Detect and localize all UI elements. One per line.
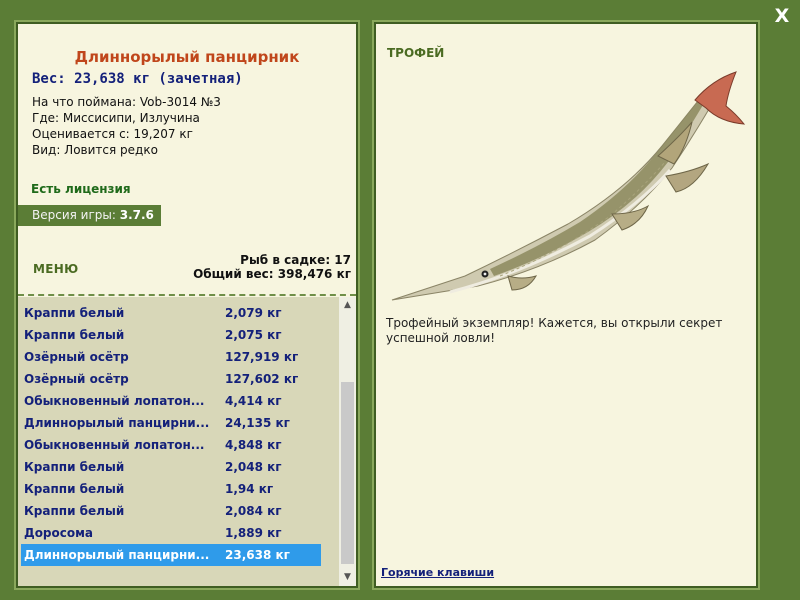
menu-button[interactable]: МЕНЮ [33, 262, 78, 276]
catch-list-row[interactable]: Краппи белый 1,94 кг [21, 478, 321, 500]
trophy-panel: ТРОФЕЙ Трофейный экземпляр! Кажется, вы … [376, 24, 756, 586]
catch-fish-name: Обыкновенный лопатон... [24, 438, 205, 452]
catch-fish-name: Обыкновенный лопатон... [24, 394, 205, 408]
gar-fish-image [391, 71, 746, 301]
catch-fish-name: Краппи белый [24, 328, 125, 342]
catch-fish-name: Краппи белый [24, 460, 125, 474]
rated-from-line: Оценивается с: 19,207 кг [32, 127, 193, 141]
hotkeys-link[interactable]: Горячие клавиши [381, 566, 494, 579]
rarity-line: Вид: Ловится редко [32, 143, 158, 157]
catch-fish-weight: 4,414 кг [225, 394, 282, 408]
caught-with-line: На что поймана: Vob-3014 №3 [32, 95, 221, 109]
close-button[interactable]: X [770, 4, 794, 28]
catch-list-row[interactable]: Краппи белый 2,048 кг [21, 456, 321, 478]
fish-info-panel: Длиннорылый панцирник Вес: 23,638 кг (за… [18, 24, 356, 586]
cage-count: Рыб в садке: 17 [240, 253, 351, 267]
catch-fish-name: Озёрный осётр [24, 350, 129, 364]
scroll-thumb[interactable] [341, 382, 354, 564]
scroll-up-arrow-icon[interactable]: ▲ [339, 297, 356, 314]
catch-fish-weight: 2,079 кг [225, 306, 282, 320]
catch-list-row[interactable]: Длиннорылый панцирни... 24,135 кг [21, 412, 321, 434]
catch-fish-weight: 127,602 кг [225, 372, 299, 386]
cage-summary: Рыб в садке: 17 Общий вес: 398,476 кг [193, 253, 351, 281]
catch-fish-name: Краппи белый [24, 482, 125, 496]
catch-fish-name: Доросома [24, 526, 94, 540]
cage-total-weight: Общий вес: 398,476 кг [193, 267, 351, 281]
location-line: Где: Миссисипи, Излучина [32, 111, 200, 125]
catch-fish-weight: 1,94 кг [225, 482, 274, 496]
dashed-divider [18, 294, 356, 296]
fish-name-title: Длиннорылый панцирник [74, 48, 300, 66]
catch-fish-name: Краппи белый [24, 504, 125, 518]
catch-fish-name: Длиннорылый панцирни... [24, 548, 209, 562]
trophy-label: ТРОФЕЙ [387, 46, 445, 60]
catch-list-row[interactable]: Обыкновенный лопатон... 4,848 кг [21, 434, 321, 456]
catch-list-row[interactable]: Краппи белый 2,075 кг [21, 324, 321, 346]
catch-fish-name: Озёрный осётр [24, 372, 129, 386]
trophy-message: Трофейный экземпляр! Кажется, вы открыли… [386, 316, 723, 345]
catch-list-row[interactable]: Краппи белый 2,084 кг [21, 500, 321, 522]
catch-fish-weight: 24,135 кг [225, 416, 290, 430]
game-version-bar: Версия игры: 3.7.6 [18, 205, 161, 226]
version-value: 3.7.6 [119, 208, 154, 222]
catch-fish-weight: 4,848 кг [225, 438, 282, 452]
catch-fish-weight: 23,638 кг [225, 548, 290, 562]
catch-fish-weight: 2,084 кг [225, 504, 282, 518]
catch-list-scrollbar[interactable]: ▲ ▼ [339, 297, 356, 586]
catch-list-row[interactable]: Длиннорылый панцирни... 23,638 кг [21, 544, 321, 566]
catch-list-row[interactable]: Краппи белый 2,079 кг [21, 302, 321, 324]
catch-list-row[interactable]: Озёрный осётр 127,602 кг [21, 368, 321, 390]
fish-weight: Вес: 23,638 кг (зачетная) [32, 71, 243, 87]
license-status: Есть лицензия [31, 182, 131, 196]
catch-fish-weight: 1,889 кг [225, 526, 282, 540]
catch-fish-name: Краппи белый [24, 306, 125, 320]
catch-list[interactable]: Краппи белый 2,079 кг Краппи белый 2,075 кг… [18, 297, 356, 586]
catch-list-row[interactable]: Доросома 1,889 кг [21, 522, 321, 544]
version-label: Версия игры: [32, 208, 116, 222]
scroll-down-arrow-icon[interactable]: ▼ [339, 569, 356, 586]
catch-fish-weight: 127,919 кг [225, 350, 299, 364]
catch-fish-weight: 2,075 кг [225, 328, 282, 342]
catch-fish-name: Длиннорылый панцирни... [24, 416, 209, 430]
catch-list-row[interactable]: Обыкновенный лопатон... 4,414 кг [21, 390, 321, 412]
catch-list-row[interactable]: Озёрный осётр 127,919 кг [21, 346, 321, 368]
catch-fish-weight: 2,048 кг [225, 460, 282, 474]
